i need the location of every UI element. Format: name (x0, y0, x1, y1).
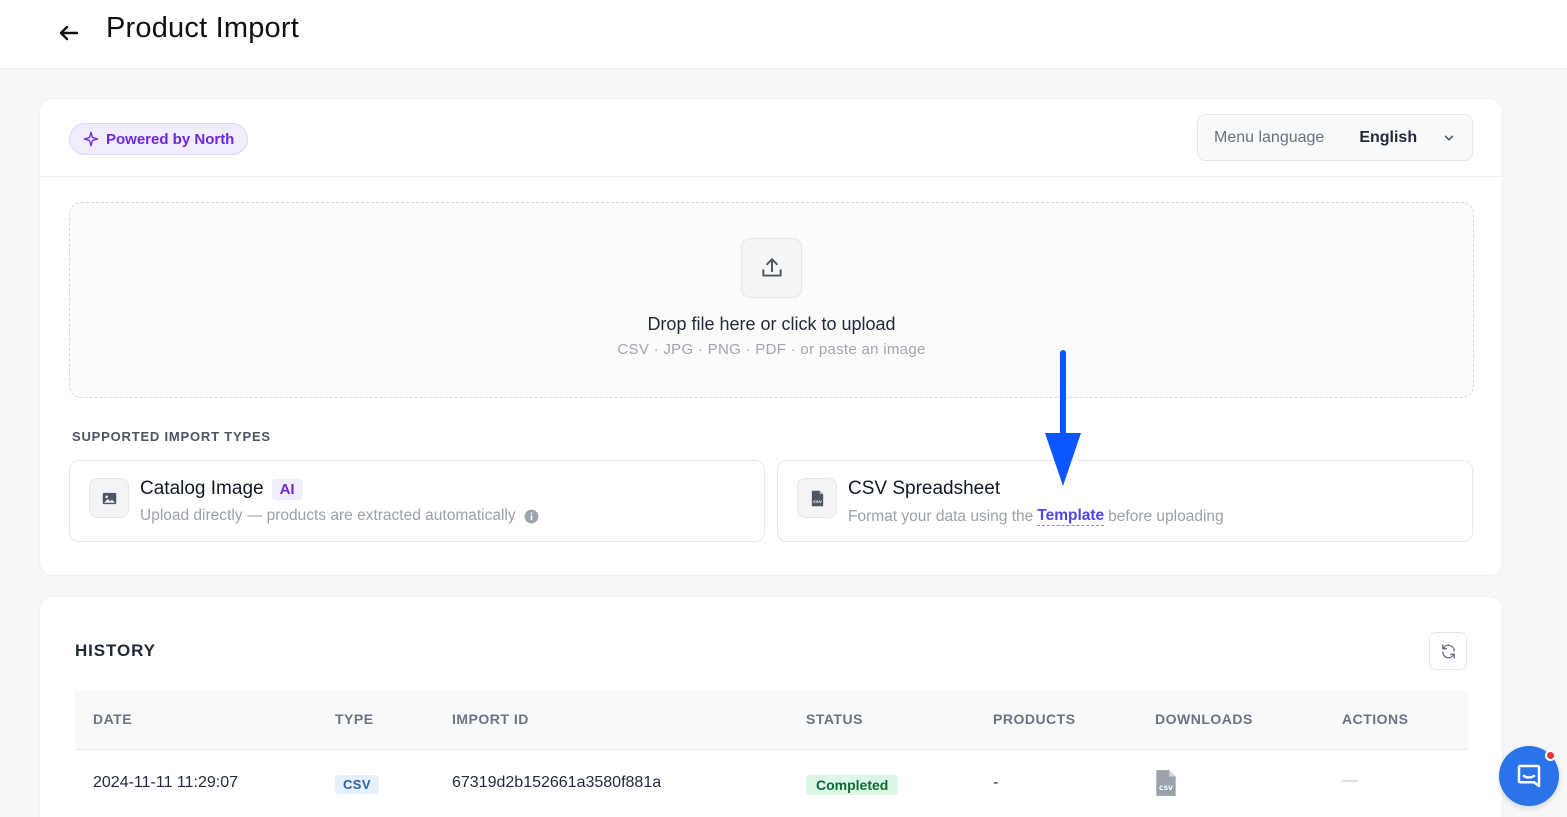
page-title: Product Import (106, 12, 299, 44)
chat-launcher-button[interactable] (1499, 746, 1559, 806)
upload-icon (741, 238, 802, 298)
row-products: - (993, 774, 999, 791)
column-header-date: DATE (93, 711, 133, 727)
history-table-header: DATE TYPE IMPORT ID STATUS PRODUCTS DOWN… (75, 690, 1468, 750)
history-card: HISTORY DATE TYPE IMPORT ID STATUS PRODU… (39, 596, 1503, 817)
catalog-image-subtitle: Upload directly — products are extracted… (140, 507, 516, 524)
top-bar: Product Import (0, 0, 1567, 69)
upload-card: Powered by North Menu language English D… (39, 98, 1503, 576)
svg-text:CSV: CSV (1159, 785, 1173, 792)
row-import-id: 67319d2b152661a3580f881a (452, 774, 662, 791)
csv-spreadsheet-title-row: CSV Spreadsheet (848, 478, 1000, 500)
supported-types-label: SUPPORTED IMPORT TYPES (72, 429, 271, 444)
chat-icon (1517, 764, 1541, 788)
column-header-type: TYPE (335, 711, 374, 727)
column-header-import-id: IMPORT ID (452, 711, 529, 727)
file-dropzone[interactable]: Drop file here or click to upload CSV · … (69, 202, 1474, 398)
csv-spreadsheet-subtitle-row: Format your data using the Template befo… (848, 507, 1224, 526)
column-header-status: STATUS (806, 711, 863, 727)
csv-download-icon[interactable]: CSV (1155, 769, 1177, 802)
annotation-arrow-icon (1045, 350, 1081, 486)
dropzone-subtitle: CSV · JPG · PNG · PDF · or paste an imag… (617, 341, 926, 358)
column-header-actions: ACTIONS (1342, 711, 1409, 727)
notification-dot (1545, 750, 1556, 761)
row-actions: — (1342, 772, 1358, 789)
ai-badge: AI (271, 478, 303, 500)
catalog-image-title: Catalog Image (140, 478, 264, 499)
svg-text:CSV: CSV (813, 498, 822, 503)
image-icon (89, 478, 129, 518)
refresh-button[interactable] (1429, 632, 1467, 670)
back-button[interactable] (54, 18, 84, 48)
refresh-icon (1441, 643, 1455, 659)
powered-by-badge: Powered by North (69, 123, 249, 155)
chevron-down-icon (1442, 131, 1456, 145)
history-title: HISTORY (75, 641, 156, 660)
catalog-image-subtitle-row: Upload directly — products are extracted… (140, 507, 539, 525)
row-type-badge: CSV (335, 775, 379, 794)
catalog-image-card: Catalog Image AI Upload directly — produ… (69, 460, 765, 542)
csv-spreadsheet-title: CSV Spreadsheet (848, 478, 1001, 499)
catalog-image-title-row: Catalog Image AI (140, 478, 303, 500)
column-header-products: PRODUCTS (993, 711, 1076, 727)
upload-card-header: Powered by North Menu language English (40, 99, 1502, 177)
csv-subtitle-before: Format your data using the (848, 507, 1034, 525)
powered-by-label: Powered by North (106, 130, 235, 148)
arrow-left-icon (59, 25, 79, 41)
info-icon[interactable] (524, 509, 539, 524)
menu-language-label: Menu language (1214, 128, 1325, 146)
row-date: 2024-11-11 11:29:07 (93, 774, 239, 791)
csv-file-icon: CSV (797, 478, 837, 518)
dropzone-title: Drop file here or click to upload (647, 314, 896, 334)
column-header-downloads: DOWNLOADS (1155, 711, 1253, 727)
table-row: 2024-11-11 11:29:07 CSV 67319d2b152661a3… (75, 750, 1468, 817)
template-link[interactable]: Template (1037, 507, 1105, 526)
menu-language-select[interactable]: Menu language English (1197, 114, 1473, 161)
csv-subtitle-after: before uploading (1108, 507, 1224, 525)
status-badge: Completed (806, 775, 899, 795)
menu-language-value: English (1359, 128, 1418, 146)
csv-spreadsheet-card: CSV CSV Spreadsheet Format your data usi… (777, 460, 1473, 542)
sparkle-icon (83, 131, 99, 147)
